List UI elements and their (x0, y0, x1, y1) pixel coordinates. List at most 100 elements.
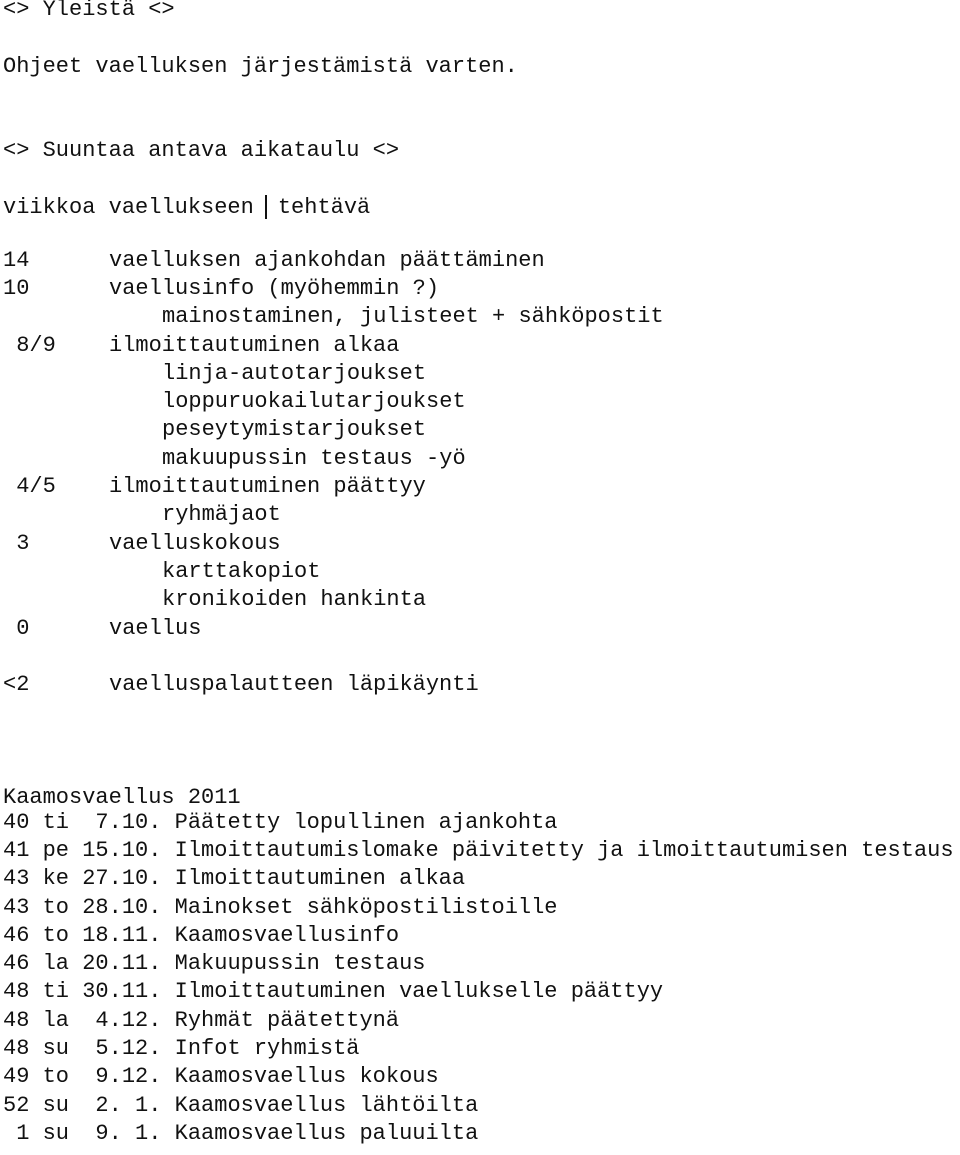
row-week: 3 (3, 530, 30, 556)
schedule-row-after: <2 vaelluspalautteen läpikäynti (3, 671, 960, 699)
row-week (3, 558, 109, 586)
row-subtask: peseytymistarjoukset (162, 417, 427, 443)
row-week: 10 (3, 275, 30, 301)
schedule-row: 0 vaellus (3, 615, 960, 643)
schedule-row: makuupussin testaus -yö (3, 445, 960, 473)
entry-day: su (42, 1092, 70, 1118)
event-entry: 40 ti 7.10. Päätetty lopullinen ajankoht… (3, 809, 960, 837)
entry-day: su (42, 1035, 70, 1061)
event-entry: 46 la 20.11. Makuupussin testaus (3, 950, 960, 978)
entry-date: 5.12. (82, 1035, 162, 1061)
entry-text: Päätetty lopullinen ajankohta (174, 809, 558, 835)
entry-week: 49 (3, 1064, 30, 1090)
entry-week: 46 (3, 951, 30, 977)
schedule-table: 14 vaelluksen ajankohdan päättäminen 10 vae… (3, 247, 960, 643)
event-timeline: 40 ti 7.10. Päätetty lopullinen ajankoht… (3, 809, 960, 1149)
schedule-heading: <> Suuntaa antava aikataulu <> (3, 138, 400, 164)
entry-date: 4.12. (82, 1007, 162, 1033)
entry-date: 18.11. (82, 922, 162, 948)
row-week (3, 388, 109, 416)
row-week: <2 (3, 672, 30, 698)
schedule-row: mainostaminen, julisteet + sähköpostit (3, 303, 960, 331)
entry-week: 52 (3, 1092, 30, 1118)
general-intro: Ohjeet vaelluksen järjestämistä varten. (3, 53, 518, 79)
row-subtask: mainostaminen, julisteet + sähköpostit (162, 304, 664, 330)
entry-text: Kaamosvaellusinfo (174, 922, 400, 948)
entry-text: Ryhmät päätettynä (174, 1007, 400, 1033)
entry-date: 9.12. (82, 1064, 162, 1090)
entry-day: la (42, 951, 70, 977)
schedule-row: 8/9 ilmoittautuminen alkaa (3, 332, 960, 360)
entry-text: Ilmoittautuminen vaellukselle päättyy (174, 979, 664, 1005)
entry-day: to (42, 1064, 70, 1090)
row-week: 4/5 (3, 474, 56, 500)
row-week: 0 (3, 615, 30, 641)
entry-day: pe (42, 837, 70, 863)
schedule-row: ryhmäjaot (3, 501, 960, 529)
row-subtask: linja-autotarjoukset (162, 360, 427, 386)
event-entry: 1 su 9. 1. Kaamosvaellus paluuilta (3, 1120, 960, 1148)
entry-text: Kaamosvaellus paluuilta (174, 1120, 479, 1146)
entry-day: su (42, 1120, 70, 1146)
entry-week: 48 (3, 979, 30, 1005)
event-entry: 48 su 5.12. Infot ryhmistä (3, 1035, 960, 1063)
entry-date: 20.11. (82, 951, 162, 977)
row-subtask: makuupussin testaus -yö (162, 445, 466, 471)
schedule-row: peseytymistarjoukset (3, 416, 960, 444)
schedule-row: 4/5 ilmoittautuminen päättyy (3, 473, 960, 501)
document: <> Yleistä <> Ohjeet vaelluksen järjestä… (0, 0, 960, 1148)
entry-day: ti (42, 809, 70, 835)
schedule-row: karttakopiot (3, 558, 960, 586)
schedule-column-header: viikkoa vaellukseen tehtävä (3, 194, 960, 222)
entry-text: Kaamosvaellus kokous (174, 1064, 439, 1090)
event-entry: 52 su 2. 1. Kaamosvaellus lähtöilta (3, 1092, 960, 1120)
entry-date: 28.10. (82, 894, 162, 920)
row-week: 14 (3, 247, 30, 273)
row-week (3, 416, 109, 444)
row-subtask: kronikoiden hankinta (162, 587, 427, 613)
entry-day: ti (42, 979, 70, 1005)
entry-text: Ilmoittautumislomake päivitetty ja ilmoi… (174, 837, 954, 863)
schedule-row: linja-autotarjoukset (3, 360, 960, 388)
row-task: vaellusinfo (myöhemmin ?) (109, 275, 440, 301)
column-header-task: tehtävä (277, 195, 371, 221)
schedule-row: 14 vaelluksen ajankohdan päättäminen (3, 247, 960, 275)
event-entry: 43 to 28.10. Mainokset sähköpostilistoil… (3, 894, 960, 922)
event-entry: 49 to 9.12. Kaamosvaellus kokous (3, 1063, 960, 1091)
entry-week: 46 (3, 922, 30, 948)
schedule-row: loppuruokailutarjoukset (3, 388, 960, 416)
row-task: vaellus (109, 615, 202, 641)
row-week (3, 501, 109, 529)
row-subtask: karttakopiot (162, 558, 321, 584)
entry-week: 40 (3, 809, 30, 835)
schedule-row: 10 vaellusinfo (myöhemmin ?) (3, 275, 960, 303)
entry-text: Kaamosvaellus lähtöilta (174, 1092, 479, 1118)
entry-week: 48 (3, 1007, 30, 1033)
entry-text: Makuupussin testaus (174, 951, 426, 977)
entry-week: 41 (3, 837, 30, 863)
entry-text: Infot ryhmistä (174, 1035, 360, 1061)
row-task: vaelluspalautteen läpikäynti (109, 672, 479, 698)
row-task: ilmoittautuminen alkaa (109, 332, 400, 358)
event-entry: 48 ti 30.11. Ilmoittautuminen vaelluksel… (3, 978, 960, 1006)
event-entry: 41 pe 15.10. Ilmoittautumislomake päivit… (3, 837, 960, 865)
entry-day: to (42, 894, 70, 920)
row-task: ilmoittautuminen päättyy (109, 474, 426, 500)
row-subtask: ryhmäjaot (162, 502, 281, 528)
row-week (3, 445, 109, 473)
row-task: vaelluksen ajankohdan päättäminen (109, 247, 545, 273)
row-week (3, 303, 109, 331)
entry-week: 43 (3, 894, 30, 920)
entry-date: 9. 1. (82, 1120, 162, 1146)
entry-text: Ilmoittautuminen alkaa (174, 866, 466, 892)
entry-date: 2. 1. (82, 1092, 162, 1118)
entry-week: 43 (3, 866, 30, 892)
